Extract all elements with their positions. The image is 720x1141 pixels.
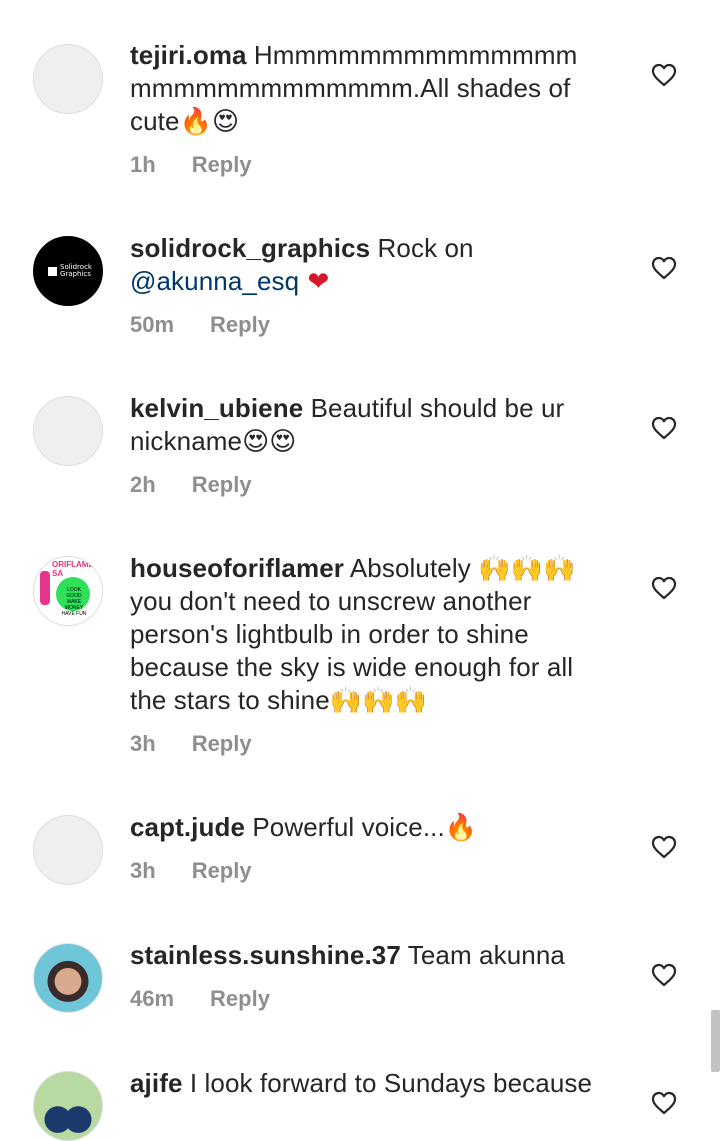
comment-body: Team akunna bbox=[400, 940, 565, 970]
comment-text: solidrock_graphics Rock on @akunna_esq ❤ bbox=[130, 232, 620, 299]
heart-outline-icon[interactable] bbox=[651, 576, 677, 600]
reply-button[interactable]: Reply bbox=[192, 152, 252, 177]
heart-emoji: ❤ bbox=[299, 267, 330, 297]
comment-text: capt.jude Powerful voice...🔥 bbox=[130, 811, 620, 844]
comment-username[interactable]: stainless.sunshine.37 bbox=[130, 940, 401, 970]
comment-body: I look forward to Sundays because bbox=[182, 1068, 593, 1098]
avatar[interactable] bbox=[33, 44, 103, 114]
scrollbar[interactable] bbox=[711, 1010, 720, 1072]
avatar-badge-text: LOOK GOOD MAKE MONEY HAVE FUN bbox=[61, 587, 87, 617]
solidrock-logo-icon bbox=[48, 267, 57, 276]
reply-button[interactable]: Reply bbox=[210, 312, 270, 337]
avatar[interactable] bbox=[33, 943, 103, 1013]
comment-meta: 1h Reply bbox=[130, 152, 252, 178]
comment-username[interactable]: capt.jude bbox=[130, 812, 245, 842]
heart-outline-icon[interactable] bbox=[651, 416, 677, 440]
comment-body: Powerful voice...🔥 bbox=[245, 812, 478, 842]
avatar-banner-text: ORIFLAME SA bbox=[52, 560, 94, 578]
avatar-figure bbox=[40, 571, 50, 605]
avatar[interactable]: Solidrock Graphics bbox=[33, 236, 103, 306]
comment-text: houseoforiflamer Absolutely 🙌🙌🙌 you don'… bbox=[130, 552, 612, 717]
heart-outline-icon[interactable] bbox=[651, 963, 677, 987]
comment-meta: 50m Reply bbox=[130, 312, 270, 338]
comment-text: tejiri.oma Hmmmmmmmmmmmmmm mmmmmmmmmmmmm… bbox=[130, 39, 620, 139]
heart-outline-icon[interactable] bbox=[651, 1091, 677, 1115]
comment-time: 3h bbox=[130, 731, 156, 756]
comment-username[interactable]: ajife bbox=[130, 1068, 183, 1098]
comment-meta: 3h Reply bbox=[130, 731, 252, 757]
comment-time: 50m bbox=[130, 312, 175, 337]
comment-username[interactable]: tejiri.oma bbox=[130, 40, 247, 70]
heart-outline-icon[interactable] bbox=[651, 835, 677, 859]
comment-username[interactable]: kelvin_ubiene bbox=[130, 393, 303, 423]
comment-text: kelvin_ubiene Beautiful should be ur nic… bbox=[130, 392, 600, 458]
comment-username[interactable]: solidrock_graphics bbox=[130, 233, 370, 263]
avatar[interactable] bbox=[33, 1071, 103, 1141]
reply-button[interactable]: Reply bbox=[192, 858, 252, 883]
reply-button[interactable]: Reply bbox=[192, 731, 252, 756]
heart-outline-icon[interactable] bbox=[651, 256, 677, 280]
comment-time: 1h bbox=[130, 152, 156, 177]
comment-time: 2h bbox=[130, 472, 156, 497]
reply-button[interactable]: Reply bbox=[192, 472, 252, 497]
comment-time: 46m bbox=[130, 986, 175, 1011]
comment-time: 3h bbox=[130, 858, 156, 883]
avatar-logo-text: Solidrock Graphics bbox=[60, 263, 92, 278]
avatar[interactable] bbox=[33, 396, 103, 466]
comment-meta: 2h Reply bbox=[130, 472, 252, 498]
comment-meta: 46m Reply bbox=[130, 986, 270, 1012]
avatar[interactable] bbox=[33, 815, 103, 885]
heart-outline-icon[interactable] bbox=[651, 63, 677, 87]
avatar[interactable]: ORIFLAME SA LOOK GOOD MAKE MONEY HAVE FU… bbox=[33, 556, 103, 626]
comment-text: ajife I look forward to Sundays because bbox=[130, 1067, 620, 1100]
mention-link[interactable]: @akunna_esq bbox=[130, 266, 299, 296]
comment-text: stainless.sunshine.37 Team akunna bbox=[130, 939, 620, 972]
comment-body: Rock on bbox=[370, 233, 474, 263]
reply-button[interactable]: Reply bbox=[210, 986, 270, 1011]
comment-username[interactable]: houseoforiflamer bbox=[130, 553, 344, 583]
comment-meta: 3h Reply bbox=[130, 858, 252, 884]
comment-emoji: 🔥😍 bbox=[179, 107, 240, 137]
